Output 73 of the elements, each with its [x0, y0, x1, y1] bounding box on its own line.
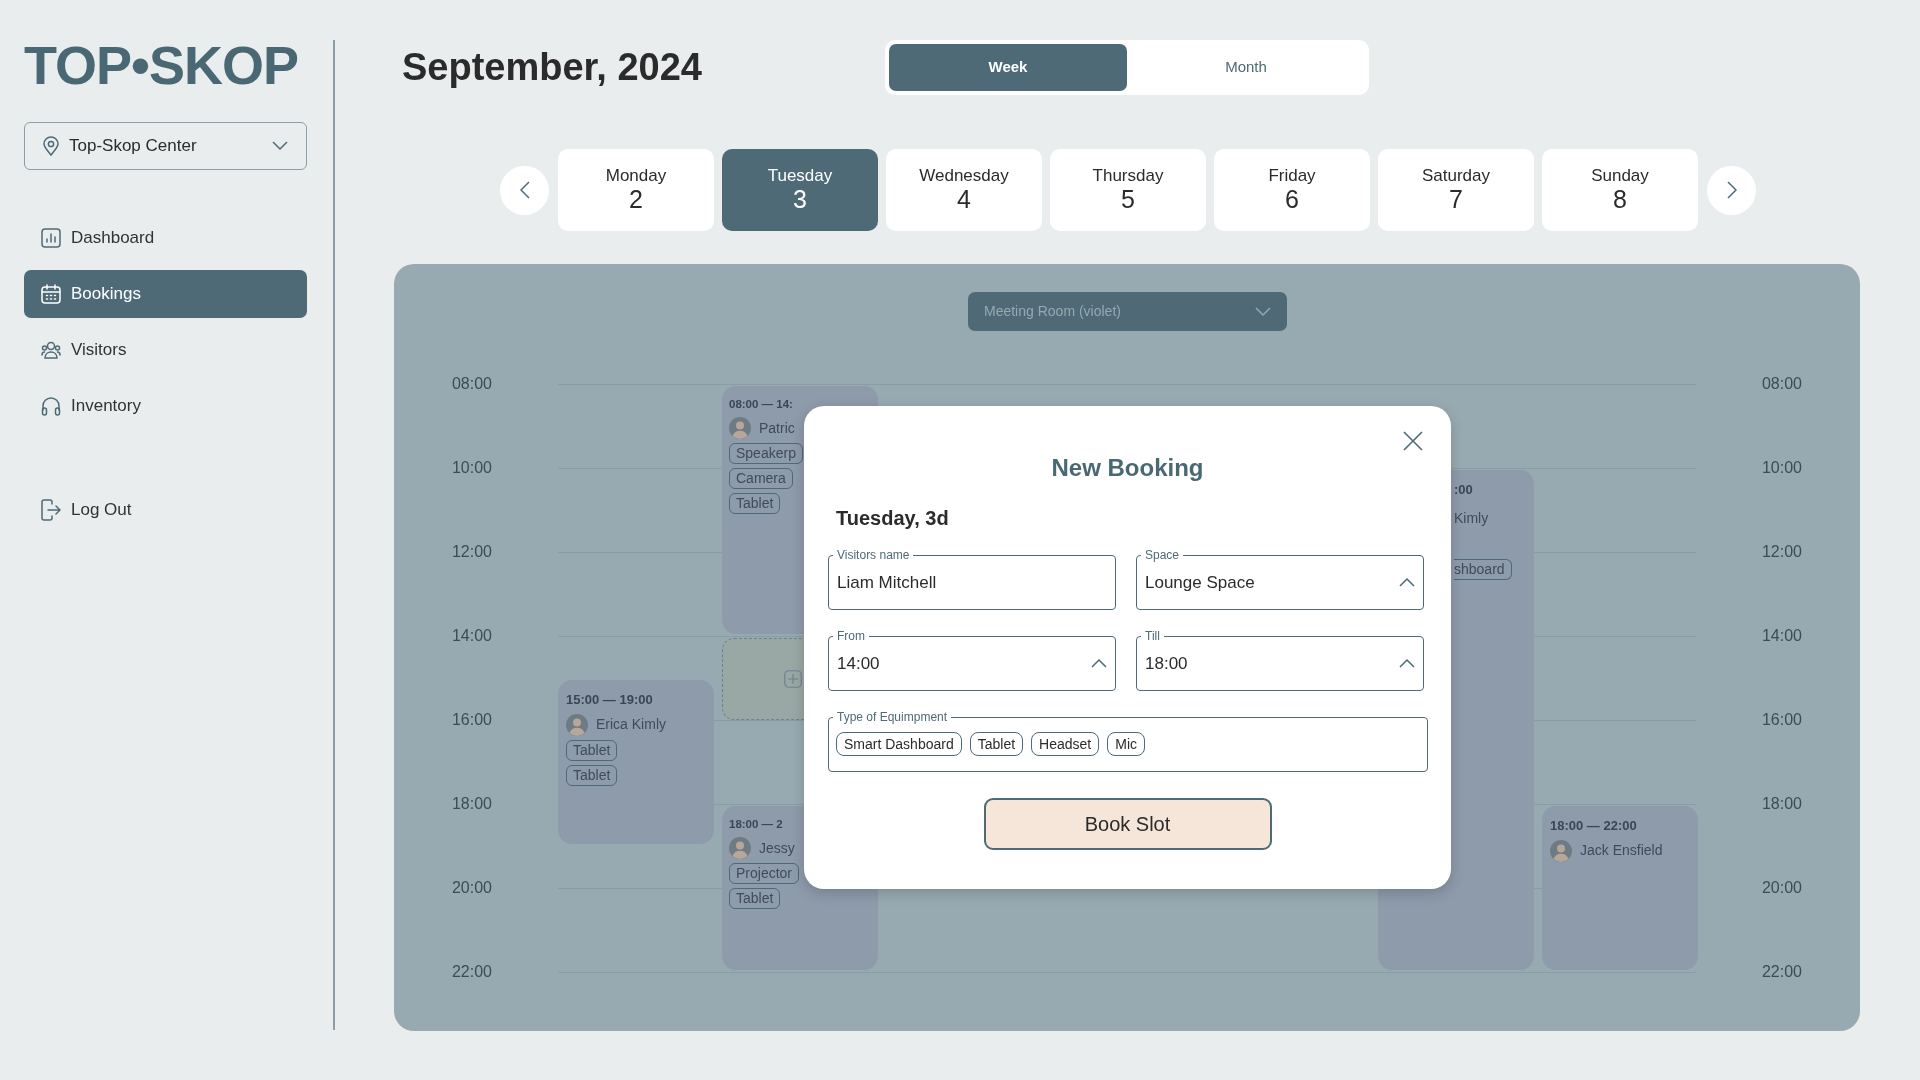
time-label: 18:00	[450, 794, 493, 814]
equipment-tag[interactable]: Headset	[1031, 732, 1100, 757]
time-label: 22:00	[450, 962, 493, 982]
visitor-name: Erica Kimly	[596, 715, 666, 734]
time-label: 20:00	[450, 878, 493, 898]
equipment-tag: Tablet	[729, 493, 781, 515]
time-label: 12:00	[1760, 542, 1803, 562]
day-tab[interactable]: Tuesday 3	[722, 149, 878, 231]
chevron-right-icon	[1726, 181, 1737, 199]
view-tab[interactable]: Week	[889, 44, 1127, 91]
equipment-tag: Projector	[729, 863, 800, 885]
time-label: 10:00	[450, 458, 493, 478]
logo: TOP•SKOP	[24, 38, 298, 92]
event-time: :00	[1454, 481, 1473, 499]
equipment-tag: Tablet	[566, 739, 618, 761]
view-tab[interactable]: Month	[1127, 44, 1365, 91]
visitor-name: Patric	[759, 418, 795, 438]
time-label: 10:00	[1760, 458, 1803, 478]
time-label: 16:00	[450, 710, 493, 730]
equipment-tag[interactable]: Tablet	[969, 732, 1024, 757]
book-slot-button[interactable]: Book Slot	[983, 797, 1272, 850]
location-pin-icon	[43, 136, 59, 156]
visitor-name: Jessy	[759, 838, 795, 858]
chevron-up-icon	[1091, 658, 1107, 669]
event-time: 18:00 — 2	[729, 817, 783, 832]
chart-icon	[41, 228, 61, 248]
chevron-left-icon	[519, 181, 530, 199]
equipment-tag: Camera	[729, 468, 793, 490]
event-time: 18:00 — 22:00	[1550, 817, 1637, 835]
day-tab[interactable]: Saturday 7	[1378, 149, 1534, 231]
location-select[interactable]: Top-Skop Center	[24, 122, 307, 170]
nav-item[interactable]: Dashboard	[24, 214, 307, 262]
logout-link[interactable]: Log Out	[24, 486, 307, 534]
day-tab[interactable]: Wednesday 4	[886, 149, 1042, 231]
nav-item[interactable]: Inventory	[24, 382, 307, 430]
day-tab[interactable]: Monday 2	[558, 149, 714, 231]
time-label: 08:00	[1760, 374, 1803, 394]
equipment-tag[interactable]: Mic	[1107, 732, 1145, 757]
time-label: 18:00	[1760, 794, 1803, 814]
chevron-down-icon	[272, 141, 288, 151]
visitor-name: Kimly	[1454, 508, 1489, 528]
chevron-up-icon	[1399, 658, 1415, 669]
event-time: 15:00 — 19:00	[566, 691, 653, 709]
time-label: 22:00	[1760, 962, 1803, 982]
time-label: 14:00	[1760, 626, 1803, 646]
booking-date: Tuesday, 3d	[836, 505, 949, 531]
time-label: 20:00	[1760, 878, 1803, 898]
equipment-tag: Tablet	[566, 764, 618, 786]
nav-item[interactable]: Bookings	[24, 270, 307, 318]
chevron-down-icon	[1255, 306, 1271, 317]
headphones-icon	[41, 396, 61, 416]
people-icon	[41, 340, 61, 360]
day-tab[interactable]: Thursday 5	[1050, 149, 1206, 231]
equipment-tag[interactable]: Smart Dashboard	[836, 732, 962, 757]
equipment-tag: Tablet	[729, 888, 781, 910]
visitor-name: Jack Ensfield	[1580, 841, 1663, 860]
dialog-title: New Booking	[1050, 453, 1205, 483]
time-label: 14:00	[450, 626, 493, 646]
time-label: 12:00	[450, 542, 493, 562]
plus-icon	[784, 670, 802, 688]
day-tab[interactable]: Friday 6	[1214, 149, 1370, 231]
page-title: September, 2024	[402, 44, 703, 90]
logout-icon	[41, 499, 61, 521]
close-icon	[1403, 430, 1423, 451]
equipment-tag: Speakerp	[729, 443, 803, 465]
equipment-tag: shboard	[1454, 558, 1512, 580]
nav-item[interactable]: Visitors	[24, 326, 307, 374]
chevron-up-icon	[1399, 577, 1415, 588]
time-label: 16:00	[1760, 710, 1803, 730]
time-label: 08:00	[450, 374, 493, 394]
calendar-icon	[41, 284, 61, 304]
event-time: 08:00 — 14:	[729, 397, 793, 412]
day-tab[interactable]: Sunday 8	[1542, 149, 1698, 231]
